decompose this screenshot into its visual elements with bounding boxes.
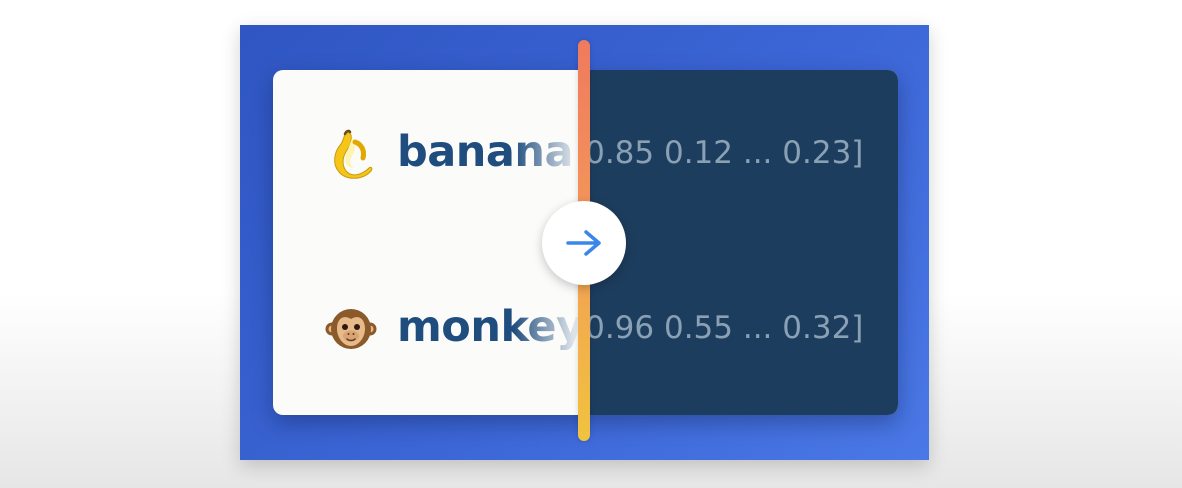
word-fade-overlay	[513, 114, 583, 190]
monkey-emoji	[325, 309, 377, 349]
vector-monkey-text: [0.96 0.55 ... 0.32]	[583, 310, 864, 346]
diagram-panel: banana [0.85 0.12 ... 0.23] monkey [0.96…	[240, 25, 929, 460]
vector-banana-text: [0.85 0.12 ... 0.23]	[583, 135, 864, 171]
vector-monkey: [0.96 0.55 ... 0.32]	[583, 303, 888, 353]
word-fade-overlay	[513, 289, 583, 365]
vector-banana: [0.85 0.12 ... 0.23]	[583, 128, 888, 178]
banana-emoji	[334, 129, 373, 179]
arrow-right-icon	[566, 230, 601, 256]
transform-arrow-button	[542, 201, 626, 285]
